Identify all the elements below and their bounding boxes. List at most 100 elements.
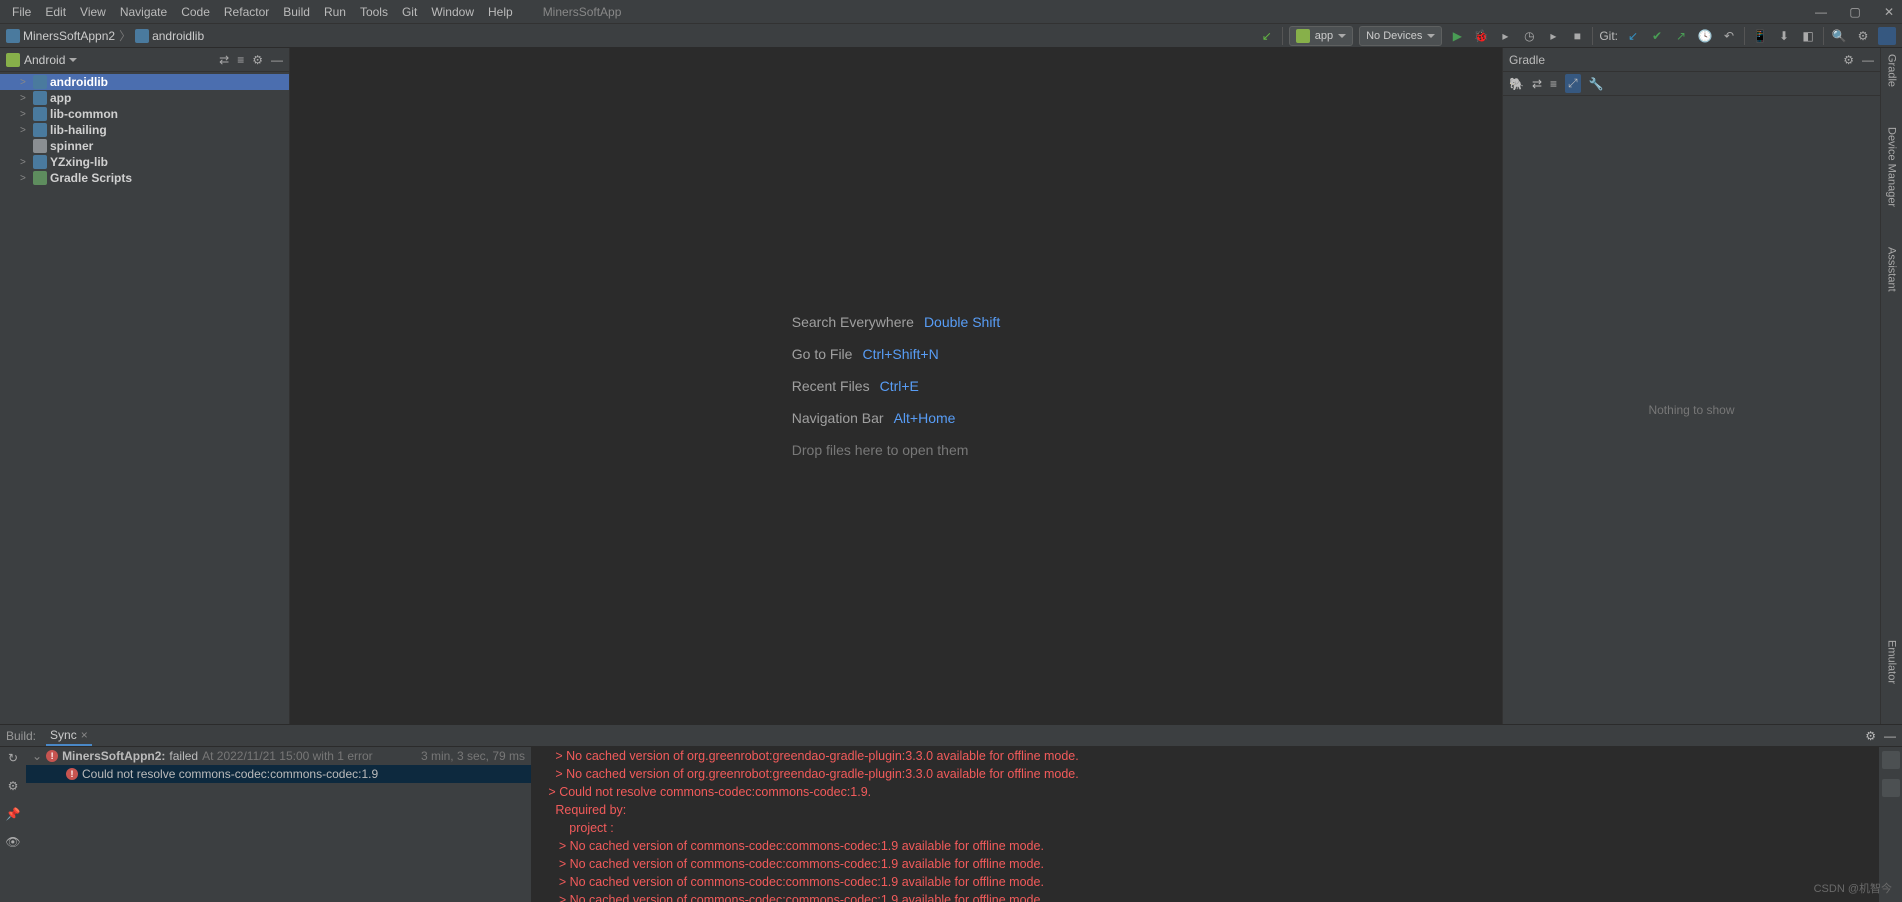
git-update-icon[interactable]: ↙ <box>1624 27 1642 45</box>
breadcrumb-child[interactable]: androidlib <box>135 29 204 43</box>
tool-assistant-tab[interactable]: Assistant <box>1886 247 1898 292</box>
project-item-YZxing-lib[interactable]: >YZxing-lib <box>0 154 289 170</box>
build-left-gutter: ↻ ⚙ 📌 👁 <box>0 747 26 902</box>
menu-file[interactable]: File <box>6 3 37 21</box>
menu-navigate[interactable]: Navigate <box>114 3 173 21</box>
stop-button[interactable]: ■ <box>1568 27 1586 45</box>
hide-panel-icon[interactable]: — <box>1862 53 1874 67</box>
scroll-to-end-icon[interactable] <box>1882 779 1900 797</box>
coverage-button[interactable]: ▸ <box>1496 27 1514 45</box>
menu-help[interactable]: Help <box>482 3 519 21</box>
profile-button[interactable]: ◷ <box>1520 27 1538 45</box>
tool-emulator-tab[interactable]: Emulator <box>1886 640 1898 684</box>
project-item-lib-common[interactable]: >lib-common <box>0 106 289 122</box>
project-view-selector[interactable]: Android <box>6 53 77 67</box>
filter-icon[interactable]: ⚙ <box>8 779 19 793</box>
gear-icon[interactable]: ⚙ <box>252 53 263 67</box>
breadcrumb-root[interactable]: MinersSoftAppn2 <box>6 29 115 43</box>
build-tab-sync[interactable]: Sync× <box>46 726 92 746</box>
project-tree[interactable]: >androidlib>app>lib-common>lib-hailing s… <box>0 72 289 724</box>
gradle-collapse-icon[interactable]: ≡ <box>1550 77 1557 91</box>
nav-bar: MinersSoftAppn2 〉 androidlib ↙ app No De… <box>0 24 1902 48</box>
git-history-icon[interactable]: 🕓 <box>1696 27 1714 45</box>
build-console[interactable]: > No cached version of org.greenrobot:gr… <box>532 747 1878 902</box>
error-icon: ! <box>46 750 58 762</box>
eye-icon[interactable]: 👁 <box>5 835 20 849</box>
build-tree[interactable]: ⌄ ! MinersSoftAppn2: failed At 2022/11/2… <box>26 747 532 902</box>
build-node-error[interactable]: ! Could not resolve commons-codec:common… <box>26 765 531 783</box>
hint-recent-key: Ctrl+E <box>880 378 919 394</box>
title-bar: File Edit View Navigate Code Refactor Bu… <box>0 0 1902 24</box>
sync-arrow-icon[interactable]: ↙ <box>1258 27 1276 45</box>
search-icon[interactable]: 🔍 <box>1830 27 1848 45</box>
hint-goto-key: Ctrl+Shift+N <box>862 346 938 362</box>
gear-icon[interactable]: ⚙ <box>1854 27 1872 45</box>
hint-recent-label: Recent Files <box>792 378 870 394</box>
build-tab-bar: Build: Sync× ⚙ — <box>0 725 1902 747</box>
menu-window[interactable]: Window <box>425 3 480 21</box>
build-node-root[interactable]: ⌄ ! MinersSoftAppn2: failed At 2022/11/2… <box>26 747 531 765</box>
menu-run[interactable]: Run <box>318 3 352 21</box>
menu-view[interactable]: View <box>74 3 112 21</box>
module-selector[interactable]: app <box>1289 26 1353 46</box>
editor-area[interactable]: Search EverywhereDouble Shift Go to File… <box>290 48 1502 724</box>
chevron-down-icon <box>69 58 77 62</box>
close-button[interactable]: ✕ <box>1882 5 1896 19</box>
git-commit-icon[interactable]: ✔ <box>1648 27 1666 45</box>
avd-icon[interactable]: 📱 <box>1751 27 1769 45</box>
restart-icon[interactable]: ↻ <box>8 751 18 765</box>
project-item-app[interactable]: >app <box>0 90 289 106</box>
attach-button[interactable]: ▸ <box>1544 27 1562 45</box>
close-icon[interactable]: × <box>81 728 88 742</box>
build-node-duration: 3 min, 3 sec, 79 ms <box>421 749 525 763</box>
build-panel: Build: Sync× ⚙ — ↻ ⚙ 📌 👁 ⌄ ! MinersSoftA… <box>0 724 1902 902</box>
gradle-offline-icon[interactable]: ⤢ <box>1565 74 1581 93</box>
git-revert-icon[interactable]: ↶ <box>1720 27 1738 45</box>
folder-icon <box>33 171 47 185</box>
pin-icon[interactable]: 📌 <box>6 807 21 821</box>
hint-search-label: Search Everywhere <box>792 314 914 330</box>
gradle-expand-icon[interactable]: ⇄ <box>1532 77 1542 91</box>
gradle-wrench-icon[interactable]: 🔧 <box>1589 77 1604 91</box>
resource-icon[interactable]: ◧ <box>1799 27 1817 45</box>
menu-git[interactable]: Git <box>396 3 423 21</box>
gear-icon[interactable]: ⚙ <box>1843 53 1854 67</box>
select-opened-icon[interactable]: ⇄ <box>219 53 229 67</box>
menu-tools[interactable]: Tools <box>354 3 394 21</box>
hint-navbar-key: Alt+Home <box>894 410 956 426</box>
breadcrumb-child-label: androidlib <box>152 29 204 43</box>
debug-button[interactable]: 🐞 <box>1472 27 1490 45</box>
hide-panel-icon[interactable]: — <box>1884 729 1896 743</box>
console-line: > No cached version of commons-codec:com… <box>538 855 1872 873</box>
run-button[interactable]: ▶ <box>1448 27 1466 45</box>
folder-icon <box>33 123 47 137</box>
gradle-panel: Gradle ⚙ — 🐘 ⇄ ≡ ⤢ 🔧 Nothing to show <box>1502 48 1880 724</box>
project-item-spinner[interactable]: spinner <box>0 138 289 154</box>
tool-gradle-tab[interactable]: Gradle <box>1886 54 1898 87</box>
gradle-refresh-icon[interactable]: 🐘 <box>1509 77 1524 91</box>
project-item-androidlib[interactable]: >androidlib <box>0 74 289 90</box>
tool-device-manager-tab[interactable]: Device Manager <box>1886 127 1898 207</box>
device-selector[interactable]: No Devices <box>1359 26 1442 46</box>
maximize-button[interactable]: ▢ <box>1848 5 1862 19</box>
gear-icon[interactable]: ⚙ <box>1865 729 1876 743</box>
menu-edit[interactable]: Edit <box>39 3 72 21</box>
user-icon[interactable] <box>1878 27 1896 45</box>
git-push-icon[interactable]: ↗ <box>1672 27 1690 45</box>
module-icon <box>135 29 149 43</box>
folder-icon <box>33 91 47 105</box>
hide-panel-icon[interactable]: — <box>271 53 283 67</box>
sdk-icon[interactable]: ⬇ <box>1775 27 1793 45</box>
menu-code[interactable]: Code <box>175 3 216 21</box>
build-node-status: failed <box>169 749 198 763</box>
project-item-Gradle Scripts[interactable]: >Gradle Scripts <box>0 170 289 186</box>
menu-build[interactable]: Build <box>277 3 316 21</box>
build-node-project: MinersSoftAppn2: <box>62 749 165 763</box>
expand-all-icon[interactable]: ≡ <box>237 53 244 67</box>
console-line: > No cached version of commons-codec:com… <box>538 873 1872 891</box>
editor-drop-hint: Drop files here to open them <box>792 442 1000 458</box>
minimize-button[interactable]: — <box>1814 5 1828 19</box>
menu-refactor[interactable]: Refactor <box>218 3 275 21</box>
project-item-lib-hailing[interactable]: >lib-hailing <box>0 122 289 138</box>
soft-wrap-icon[interactable] <box>1882 751 1900 769</box>
